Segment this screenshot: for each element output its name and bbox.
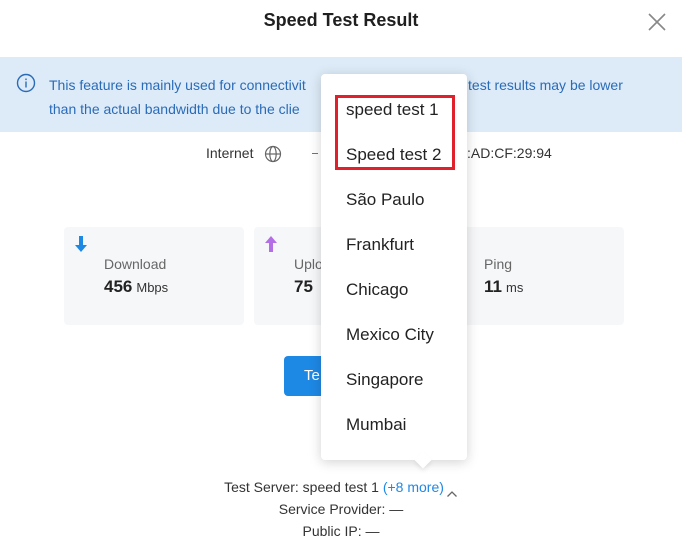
download-label: Download bbox=[104, 256, 167, 272]
server-option-chicago[interactable]: Chicago bbox=[346, 280, 408, 300]
download-arrow-icon bbox=[74, 235, 88, 253]
notice-line1-left: This feature is mainly used for connecti… bbox=[49, 77, 306, 93]
server-option-mumbai[interactable]: Mumbai bbox=[346, 415, 406, 435]
download-value: 456 Mbps bbox=[104, 277, 169, 296]
ping-label: Ping bbox=[484, 256, 513, 272]
download-card: Download 456 Mbps bbox=[64, 227, 244, 325]
upload-label: Uplo bbox=[294, 256, 323, 272]
ping-unit: ms bbox=[505, 280, 524, 295]
upload-arrow-icon bbox=[264, 235, 278, 253]
close-icon[interactable] bbox=[646, 11, 668, 33]
more-servers-link[interactable]: (+8 more) bbox=[383, 479, 444, 495]
public-ip: Public IP: — bbox=[302, 523, 380, 539]
test-server-label: Test Server: speed test 1 bbox=[224, 479, 379, 495]
globe-icon bbox=[264, 145, 282, 163]
connection-line bbox=[312, 153, 318, 154]
server-option-mexico-city[interactable]: Mexico City bbox=[346, 325, 434, 345]
mac-address: :AD:CF:29:94 bbox=[467, 145, 552, 161]
server-option-frankfurt[interactable]: Frankfurt bbox=[346, 235, 414, 255]
ping-value: 11 ms bbox=[484, 277, 524, 296]
server-option-sao-paulo[interactable]: São Paulo bbox=[346, 190, 424, 210]
upload-value: 75 bbox=[294, 277, 313, 296]
notice-line1-right: eed test results may be lower bbox=[440, 77, 623, 93]
download-unit: Mbps bbox=[136, 280, 169, 295]
footer-info: Test Server: speed test 1 (+8 more) Serv… bbox=[0, 476, 682, 542]
highlight-box bbox=[335, 95, 455, 170]
modal-header: Speed Test Result bbox=[0, 0, 682, 46]
page-title: Speed Test Result bbox=[263, 10, 419, 30]
notice-line2: than the actual bandwidth due to the cli… bbox=[49, 101, 300, 117]
ping-card: Ping 11 ms bbox=[444, 227, 624, 325]
service-provider: Service Provider: — bbox=[278, 501, 404, 517]
test-server-row: Test Server: speed test 1 (+8 more) bbox=[0, 476, 682, 498]
chevron-up-icon[interactable] bbox=[446, 483, 458, 498]
internet-label: Internet bbox=[206, 145, 254, 161]
info-icon bbox=[16, 73, 36, 93]
server-option-singapore[interactable]: Singapore bbox=[346, 370, 424, 390]
speed-test-modal: Speed Test Result This feature is mainly… bbox=[0, 0, 682, 553]
